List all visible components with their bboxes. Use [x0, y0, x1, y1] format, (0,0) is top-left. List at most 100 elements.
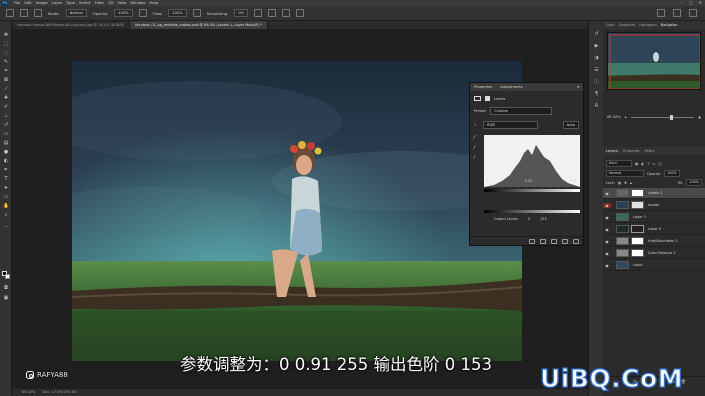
layer-mask-thumbnail[interactable]	[631, 201, 644, 209]
brush-preset-icon[interactable]	[20, 9, 28, 17]
zoom-slider-knob[interactable]	[670, 114, 674, 120]
visibility-eye-icon[interactable]: ◉	[603, 227, 611, 232]
visibility-eye-icon[interactable]: ◉	[603, 251, 611, 256]
brush-tool-icon[interactable]	[6, 9, 14, 17]
output-white-value[interactable]: 153	[540, 217, 546, 221]
visibility-icon[interactable]	[562, 238, 568, 244]
tab-document-2[interactable]: fairytale_01_bg_anatalia_elabas.psd @ 66…	[130, 21, 268, 29]
auto-button[interactable]: Auto	[562, 121, 579, 129]
lasso-tool-icon[interactable]: ◌	[3, 51, 9, 56]
zoom-out-icon[interactable]: ▴	[625, 115, 627, 119]
layer-thumbnail[interactable]	[616, 201, 629, 209]
fill-field[interactable]: 100%	[686, 179, 702, 186]
layer-mask-thumbnail[interactable]	[631, 237, 644, 245]
tab-navigator[interactable]: Navigator	[661, 23, 678, 27]
quick-select-tool-icon[interactable]: ✎	[3, 60, 9, 65]
black-point-eyedropper-icon[interactable]: ⁄	[474, 135, 480, 141]
gradient-tool-icon[interactable]: ▤	[3, 141, 9, 146]
path-select-tool-icon[interactable]: ➤	[3, 186, 9, 191]
input-gray-value[interactable]: 0.91	[525, 179, 533, 183]
tab-paths[interactable]: Paths	[645, 149, 655, 153]
layer-row[interactable]: ◉ Levels 1	[603, 188, 705, 199]
visibility-eye-icon[interactable]: ◉	[603, 191, 611, 196]
airbrush-icon[interactable]	[192, 9, 201, 17]
lock-pixels-icon[interactable]: ▦	[618, 181, 621, 185]
zoom-in-icon[interactable]: ▲	[698, 115, 701, 119]
tab-document-1[interactable]: vanessa-iinasio-WaXVkweXv8-unsplash.jpg …	[12, 21, 131, 29]
layer-mask-thumbnail[interactable]	[631, 225, 644, 233]
smoothing-field[interactable]: 0%	[234, 9, 249, 17]
stamp-tool-icon[interactable]: ⊥	[3, 114, 9, 119]
layer-thumbnail[interactable]	[616, 189, 629, 197]
screen-mode-icon[interactable]: ▣	[3, 296, 9, 301]
flow-field[interactable]: 100%	[168, 9, 187, 17]
navigator-zoom-slider[interactable]	[630, 114, 695, 120]
tab-layers[interactable]: Layers	[606, 149, 618, 153]
input-black-value[interactable]: 0	[486, 179, 488, 183]
layer-name[interactable]: Color Balance 1	[648, 251, 676, 255]
symmetry-icon[interactable]	[296, 9, 305, 17]
angle-icon[interactable]	[268, 9, 277, 17]
healing-tool-icon[interactable]: ✚	[3, 96, 9, 101]
hand-target-icon[interactable]: ☝	[474, 123, 479, 127]
input-levels-slider[interactable]	[484, 189, 580, 192]
filter-pixel-icon[interactable]: ▦	[635, 162, 638, 166]
reset-icon[interactable]	[551, 238, 557, 244]
layer-mask-thumbnail[interactable]	[631, 249, 644, 257]
layer-mask-thumbnail[interactable]	[631, 189, 644, 197]
visibility-eye-icon[interactable]: ◉	[603, 202, 611, 208]
layer-name[interactable]: Layer 1	[633, 215, 646, 219]
preset-dropdown[interactable]: Custom	[490, 107, 553, 115]
visibility-eye-icon[interactable]: ◉	[603, 215, 611, 220]
output-levels-slider[interactable]	[484, 210, 580, 213]
tab-color[interactable]: Color	[606, 23, 615, 27]
info-icon[interactable]: ⓘ	[593, 79, 600, 85]
white-point-eyedropper-icon[interactable]: ⁄	[474, 155, 480, 161]
layer-name[interactable]: Levels 1	[648, 191, 662, 195]
tab-adjustments[interactable]: Adjustments	[500, 85, 523, 89]
gray-point-eyedropper-icon[interactable]: ⁄	[474, 145, 480, 151]
delete-icon[interactable]	[573, 238, 579, 244]
navigator-thumbnail[interactable]	[607, 32, 701, 90]
marquee-tool-icon[interactable]: ⬚	[3, 42, 9, 47]
layer-thumbnail[interactable]	[616, 237, 629, 245]
filter-type-icon[interactable]: T	[647, 162, 649, 166]
layer-row[interactable]: ◉ Layer 1	[603, 212, 705, 223]
character-icon[interactable]: A	[593, 103, 600, 109]
layer-name[interactable]: cloud	[633, 263, 642, 267]
visibility-eye-icon[interactable]: ◉	[603, 263, 611, 268]
frame-tool-icon[interactable]: ⊠	[3, 78, 9, 83]
type-tool-icon[interactable]: T	[3, 177, 9, 182]
tab-properties[interactable]: Properties	[474, 85, 492, 89]
kind-filter-dropdown[interactable]: Kind	[606, 160, 632, 167]
layer-name[interactable]: model	[648, 203, 659, 207]
layer-row[interactable]: ◉ Hue/Saturation 1	[603, 236, 705, 247]
input-white-value[interactable]: 255	[570, 179, 576, 183]
document-canvas-image[interactable]	[72, 61, 522, 361]
filter-adjustment-icon[interactable]: ◐	[641, 162, 644, 166]
panel-menu-icon[interactable]: ≡	[577, 83, 580, 91]
layer-row[interactable]: ◉ cloud	[603, 260, 705, 271]
output-black-value[interactable]: 0	[528, 217, 530, 221]
status-doc-size[interactable]: Doc: 17.5M/190.4M	[42, 390, 76, 394]
layer-thumbnail[interactable]	[616, 249, 629, 257]
actions-icon[interactable]: ▶	[593, 43, 600, 49]
channel-dropdown[interactable]: RGB	[483, 121, 538, 129]
search-icon[interactable]	[657, 9, 665, 17]
pressure-opacity-icon[interactable]	[138, 9, 147, 17]
brush-tool-icon[interactable]: ✐	[3, 105, 9, 110]
visibility-eye-icon[interactable]: ◉	[603, 239, 611, 244]
navigator-zoom-value[interactable]: 66.42%	[607, 115, 621, 119]
layer-name[interactable]: Layer 0	[648, 227, 661, 231]
crop-tool-icon[interactable]: ⌗	[3, 69, 9, 74]
opacity-field[interactable]: 100%	[663, 170, 680, 177]
lock-position-icon[interactable]: ✥	[624, 181, 627, 185]
opacity-field[interactable]: 100%	[114, 9, 133, 17]
zoom-tool-icon[interactable]: ⌕	[3, 213, 9, 218]
smoothing-gear-icon[interactable]	[254, 9, 263, 17]
eraser-tool-icon[interactable]: ▭	[3, 132, 9, 137]
layer-row[interactable]: ◉ Color Balance 1	[603, 248, 705, 259]
mode-dropdown[interactable]: Normal	[65, 9, 87, 17]
tab-histogram[interactable]: Histogram	[639, 23, 657, 27]
more-tools-icon[interactable]: …	[3, 224, 9, 229]
